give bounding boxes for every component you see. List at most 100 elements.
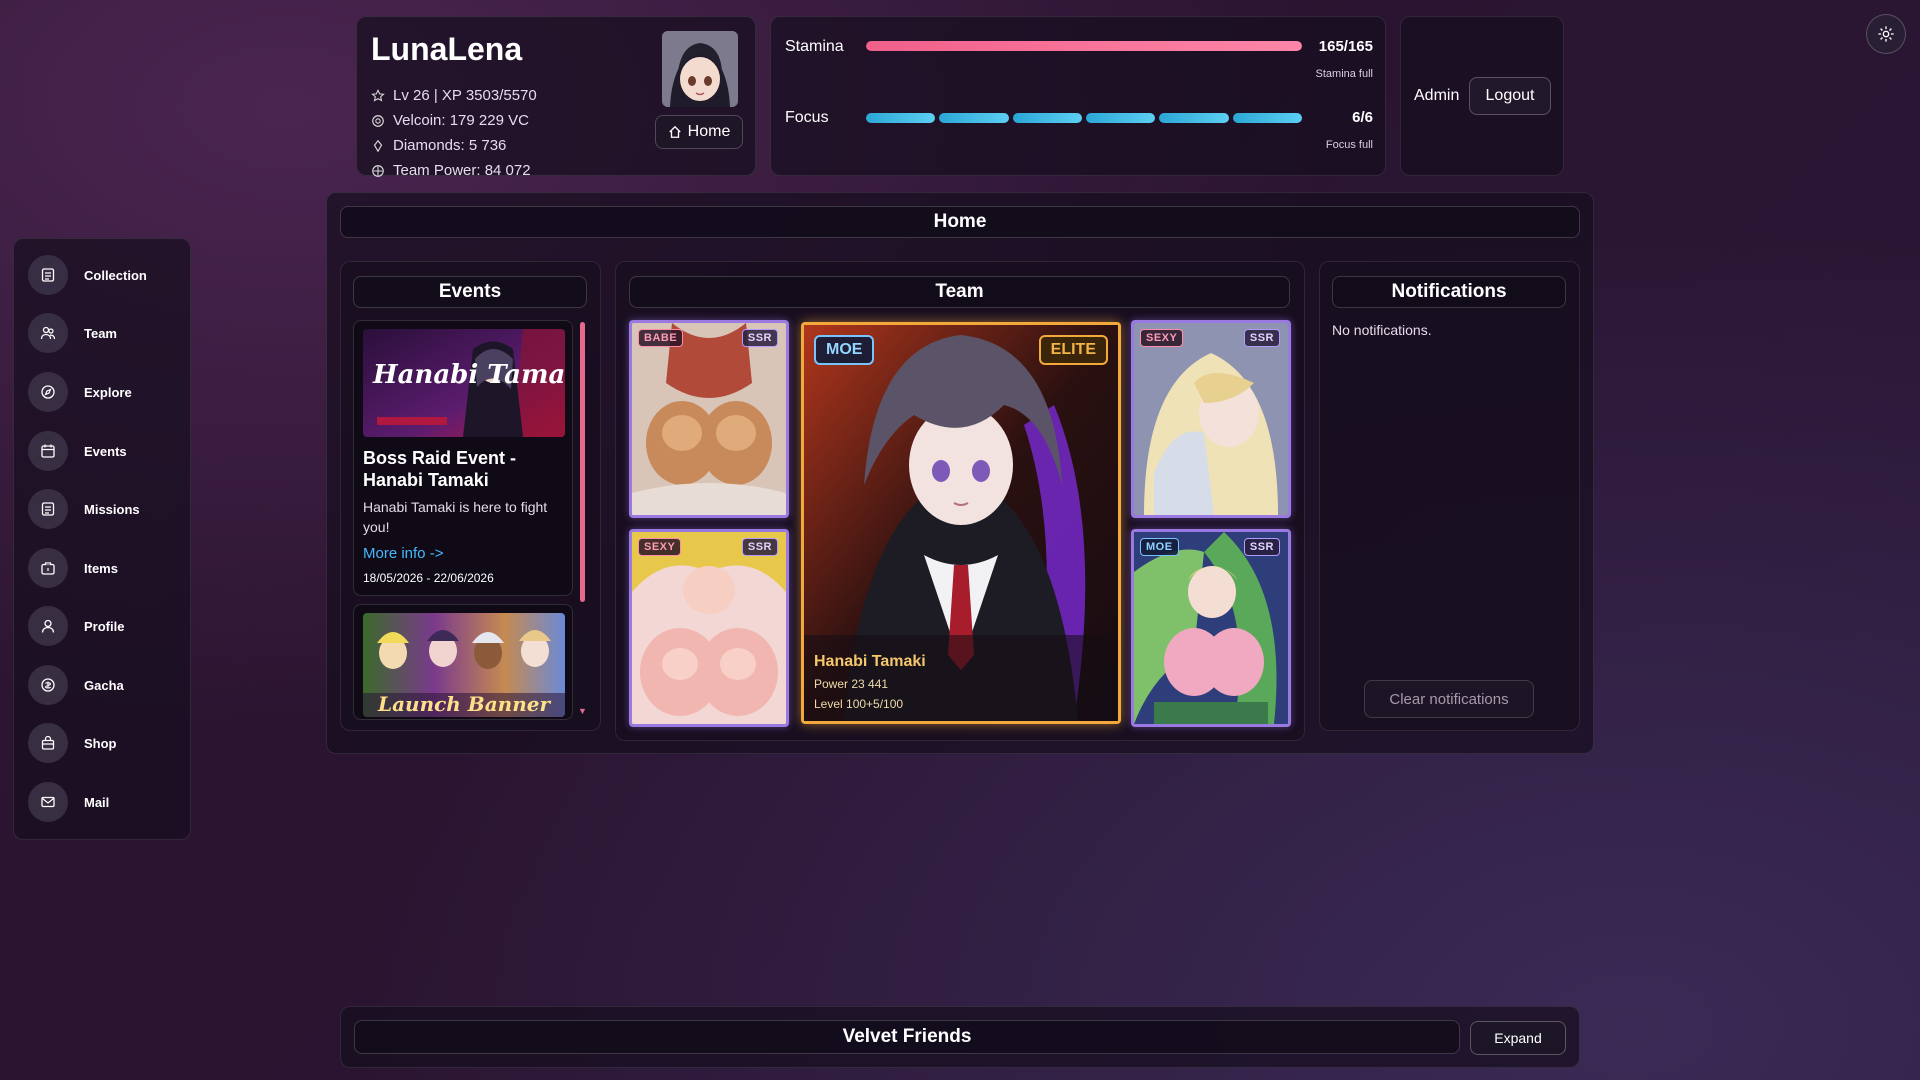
character-portrait [632,323,786,515]
sidebar-item-mail[interactable]: Mail [28,780,178,824]
mail-icon [28,782,68,822]
sidebar-item-label: Gacha [84,677,124,693]
power-icon [372,164,384,177]
sidebar-item-label: Missions [84,501,140,517]
type-tag: SEXY [638,538,682,556]
events-scrollbar[interactable] [580,322,585,602]
expand-friends-button[interactable]: Expand [1470,1021,1566,1055]
team-title: Team [629,276,1290,308]
rank-tag: ELITE [1038,335,1108,365]
items-icon [28,548,68,588]
rarity-tag: SSR [1243,329,1280,347]
home-icon [668,125,681,138]
focus-label: Focus [785,109,829,126]
type-tag: MOE [814,335,875,365]
sidebar-item-gacha[interactable]: Gacha [28,663,178,707]
sidebar-item-collection[interactable]: Collection [28,253,178,297]
stamina-status: Stamina full [1315,68,1373,80]
sidebar-item-label: Profile [84,618,125,634]
level-xp-text: Lv 26 | XP 3503/5570 [393,87,537,104]
clear-notifications-button[interactable]: Clear notifications [1364,680,1534,718]
sidebar-item-explore[interactable]: Explore [28,370,178,414]
sidebar-item-profile[interactable]: Profile [28,604,178,648]
focus-segment [1085,113,1156,123]
sidebar-item-label: Items [84,560,118,576]
rarity-tag: SSR [741,538,778,556]
settings-button[interactable] [1866,14,1906,54]
focus-segment [866,113,936,123]
event-card-boss-raid[interactable]: Hanabi Tamaki Boss Raid Event - Hanabi T… [353,320,573,596]
focus-bar [866,113,1302,123]
event-more-info-link[interactable]: More info -> [363,545,443,562]
team-member-card[interactable]: SEXY SSR [629,529,789,727]
featured-team-member-card[interactable]: MOE ELITE Hanabi Tamaki Power 23 441 Lev… [801,322,1121,724]
stamina-value: 165/165 [1318,38,1373,55]
event-banner-launch[interactable]: Launch Banner [363,613,565,717]
team-member-card[interactable]: BABE SSR [629,320,789,518]
character-portrait [1134,532,1288,724]
missions-icon [28,489,68,529]
calendar-icon [28,431,68,471]
logout-button[interactable]: Logout [1469,77,1551,115]
stamina-label: Stamina [785,38,844,55]
character-portrait [1134,323,1288,515]
focus-value: 6/6 [1352,109,1373,126]
sidebar-item-events[interactable]: Events [28,429,178,473]
account-card: Admin Logout [1400,16,1564,176]
event-banner-boss-raid[interactable]: Hanabi Tamaki [363,329,565,437]
character-portrait [632,532,786,724]
compass-icon [28,372,68,412]
stamina-bar [866,41,1302,51]
focus-segment [1012,113,1082,123]
sidebar-item-items[interactable]: Items [28,546,178,590]
velcoin-text: Velcoin: 179 229 VC [393,112,529,129]
event-title: Boss Raid Event - Hanabi Tamaki [363,448,517,490]
velcoin-stat: Velcoin: 179 229 VC [371,112,529,129]
rarity-tag: SSR [1243,538,1280,556]
profile-icon [28,606,68,646]
team-power-stat: Team Power: 84 072 [371,162,531,179]
avatar-portrait [662,31,738,107]
sidebar-item-label: Explore [84,384,132,400]
gear-icon [1878,26,1894,42]
sidebar-item-label: Collection [84,267,147,283]
team-icon [28,313,68,353]
type-tag: MOE [1140,538,1179,556]
sidebar-item-missions[interactable]: Missions [28,487,178,531]
sidebar: Collection Team Explore Events Missions … [13,238,191,840]
type-tag: SEXY [1140,329,1184,347]
featured-character-name: Hanabi Tamaki [814,653,926,670]
event-description: Hanabi Tamaki is here to fight you! [363,499,548,535]
focus-segment [1159,113,1229,123]
avatar[interactable] [662,31,738,107]
level-xp-stat: Lv 26 | XP 3503/5570 [371,87,537,104]
event-banner-text: Launch Banner [377,692,551,716]
admin-label: Admin [1414,87,1460,104]
featured-character-level: Level 100+5/100 [814,697,904,711]
home-button-label: Home [687,123,731,140]
scroll-down-icon[interactable]: ▼ [578,706,587,716]
shop-icon [28,723,68,763]
gacha-icon [28,665,68,705]
team-member-card[interactable]: MOE SSR [1131,529,1291,727]
focus-segment [939,113,1009,123]
diamonds-text: Diamonds: 5 736 [393,137,507,154]
event-card-launch-banner[interactable]: Launch Banner [353,604,573,720]
event-banner-text: Hanabi Tamaki [372,360,565,390]
sidebar-item-team[interactable]: Team [28,311,178,355]
sidebar-item-label: Shop [84,735,117,751]
page-title: Home [340,206,1580,238]
coin-icon [372,114,384,127]
rarity-tag: SSR [741,329,778,347]
home-button[interactable]: Home [655,115,743,149]
friends-title[interactable]: Velvet Friends [354,1020,1460,1054]
empty-notifications-text: No notifications. [1332,322,1432,338]
sidebar-item-shop[interactable]: Shop [28,721,178,765]
collection-icon [28,255,68,295]
player-name: LunaLena [371,31,523,67]
event-date-range: 18/05/2026 - 22/06/2026 [363,571,494,585]
focus-status: Focus full [1325,139,1373,151]
diamond-icon [373,139,383,152]
team-member-card[interactable]: SEXY SSR [1131,320,1291,518]
profile-card: LunaLena Lv 26 | XP 3503/5570 Velcoin: 1… [356,16,756,179]
